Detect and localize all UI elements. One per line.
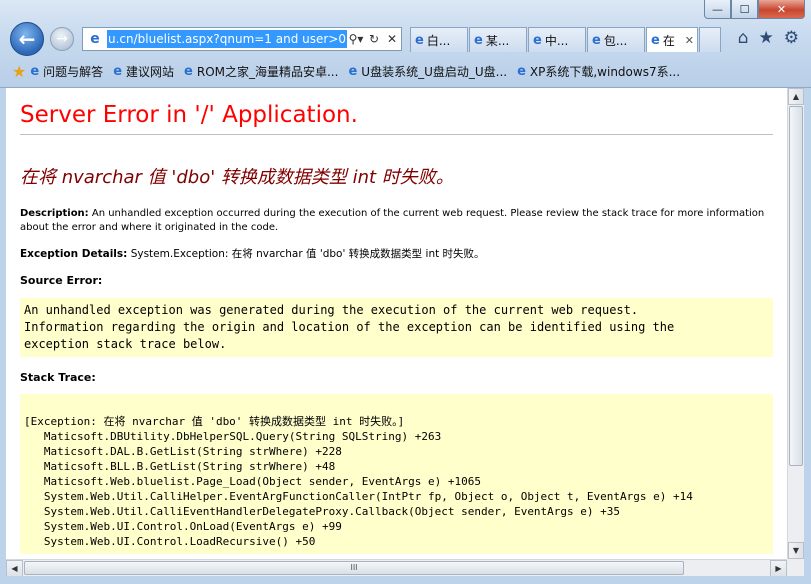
minimize-button[interactable]: — — [704, 0, 731, 19]
stack-trace-box: [Exception: 在将 nvarchar 值 'dbo' 转换成数据类型 … — [20, 394, 773, 554]
tab-label: 在 — [662, 33, 675, 48]
favorite-link[interactable]: e XP系统下载,windows7系... — [517, 63, 680, 80]
favorite-link[interactable]: e ROM之家_海量精品安卓... — [184, 63, 338, 80]
ie-page-icon: e — [30, 63, 40, 79]
tab-label: 包... — [603, 33, 628, 48]
navigation-row: ← → e u.cn/bluelist.aspx?qnum=1 and user… — [8, 22, 803, 56]
page-title: Server Error in '/' Application. — [20, 102, 773, 135]
forward-arrow-icon: → — [56, 31, 68, 47]
exception-label: Exception Details: — [20, 248, 128, 260]
description-section: Description: An unhandled exception occu… — [20, 207, 773, 235]
favorites-bar: ★ e 问题与解答 e 建议网站 e ROM之家_海量精品安卓... e U盘装系统_U… — [0, 58, 811, 84]
tab-label: 白... — [426, 33, 451, 48]
source-error-label: Source Error: — [20, 274, 103, 287]
favorite-label: U盘装系统_U盘启动_U盘... — [361, 64, 508, 79]
favorites-star-icon[interactable]: ★ — [759, 28, 774, 48]
scroll-up-icon[interactable]: ▲ — [788, 88, 804, 105]
stack-trace-label: Stack Trace: — [20, 371, 96, 384]
search-dropdown-icon[interactable]: ⚲▾ — [347, 32, 365, 46]
new-tab-button[interactable] — [699, 27, 721, 52]
favorite-label: 建议网站 — [126, 64, 175, 79]
favorite-label: ROM之家_海量精品安卓... — [196, 64, 339, 79]
close-window-button[interactable]: ✕ — [758, 0, 805, 19]
favorite-link[interactable]: e 问题与解答 — [30, 63, 103, 80]
ie-page-icon: e — [348, 63, 358, 79]
forward-button[interactable]: → — [50, 27, 74, 51]
refresh-icon[interactable]: ↻ — [365, 32, 383, 46]
ie-page-icon: e — [184, 63, 193, 79]
scroll-right-icon[interactable]: ▶ — [770, 560, 787, 577]
home-icon[interactable]: ⌂ — [738, 28, 749, 48]
ie-page-icon: e — [651, 32, 660, 48]
vertical-scrollbar[interactable]: ▲ ▼ — [787, 88, 804, 559]
scroll-corner — [787, 559, 804, 576]
back-arrow-icon: ← — [18, 27, 36, 51]
command-icons: ⌂ ★ ⚙ — [738, 28, 799, 48]
address-bar[interactable]: e u.cn/bluelist.aspx?qnum=1 and user>0 ⚲… — [82, 27, 402, 51]
tab-2[interactable]: e 某... — [469, 27, 527, 52]
tools-gear-icon[interactable]: ⚙ — [784, 28, 799, 48]
exception-section: Exception Details: System.Exception: 在将 … — [20, 247, 773, 261]
ie-page-icon: e — [474, 32, 483, 48]
window-frame-bottom — [0, 576, 811, 584]
tab-label: 中... — [544, 33, 569, 48]
address-input[interactable]: u.cn/bluelist.aspx?qnum=1 and user>0 — [107, 30, 347, 48]
ie-page-icon: e — [517, 63, 526, 79]
tab-active[interactable]: e 在 ✕ — [646, 27, 698, 52]
scroll-down-icon[interactable]: ▼ — [788, 542, 804, 559]
favorite-label: XP系统下载,windows7系... — [529, 64, 681, 79]
page-content: Server Error in '/' Application. 在将 nvar… — [6, 88, 787, 559]
favorite-label: 问题与解答 — [43, 64, 104, 79]
ie-page-icon: e — [90, 31, 100, 47]
maximize-button[interactable]: ☐ — [731, 0, 758, 19]
ie-page-icon: e — [415, 32, 424, 48]
ie-page-icon: e — [533, 32, 542, 48]
favorite-link[interactable]: e U盘装系统_U盘启动_U盘... — [348, 63, 507, 80]
source-error-box: An unhandled exception was generated dur… — [20, 298, 773, 357]
tab-3[interactable]: e 中... — [528, 27, 586, 52]
window-controls: — ☐ ✕ — [704, 0, 805, 19]
horizontal-scrollbar[interactable]: ◀ III ▶ — [6, 559, 787, 577]
ie-page-icon: e — [592, 32, 601, 48]
tab-4[interactable]: e 包... — [587, 27, 645, 52]
stop-icon[interactable]: ✕ — [383, 32, 401, 46]
favorites-add-icon[interactable]: ★ — [12, 62, 26, 81]
close-tab-icon[interactable]: ✕ — [685, 34, 694, 47]
favorite-link[interactable]: e 建议网站 — [113, 63, 174, 80]
error-subtitle: 在将 nvarchar 值 'dbo' 转换成数据类型 int 时失败。 — [20, 167, 454, 188]
vertical-scroll-thumb[interactable] — [789, 106, 803, 466]
scroll-left-icon[interactable]: ◀ — [6, 560, 23, 577]
back-button[interactable]: ← — [10, 22, 44, 56]
tab-strip: e 白... e 某... e 中... e 包... e 在 ✕ — [410, 27, 721, 52]
horizontal-scroll-thumb[interactable]: III — [24, 561, 684, 575]
tab-label: 某... — [485, 33, 510, 48]
description-label: Description: — [20, 208, 89, 219]
description-text: An unhandled exception occurred during t… — [20, 208, 765, 233]
ie-page-icon: e — [113, 63, 123, 79]
browser-chrome: — ☐ ✕ ← → e u.cn/bluelist.aspx?qnum=1 an… — [0, 0, 811, 88]
exception-text: System.Exception: 在将 nvarchar 值 'dbo' 转换… — [127, 248, 485, 260]
tab-1[interactable]: e 白... — [410, 27, 468, 52]
